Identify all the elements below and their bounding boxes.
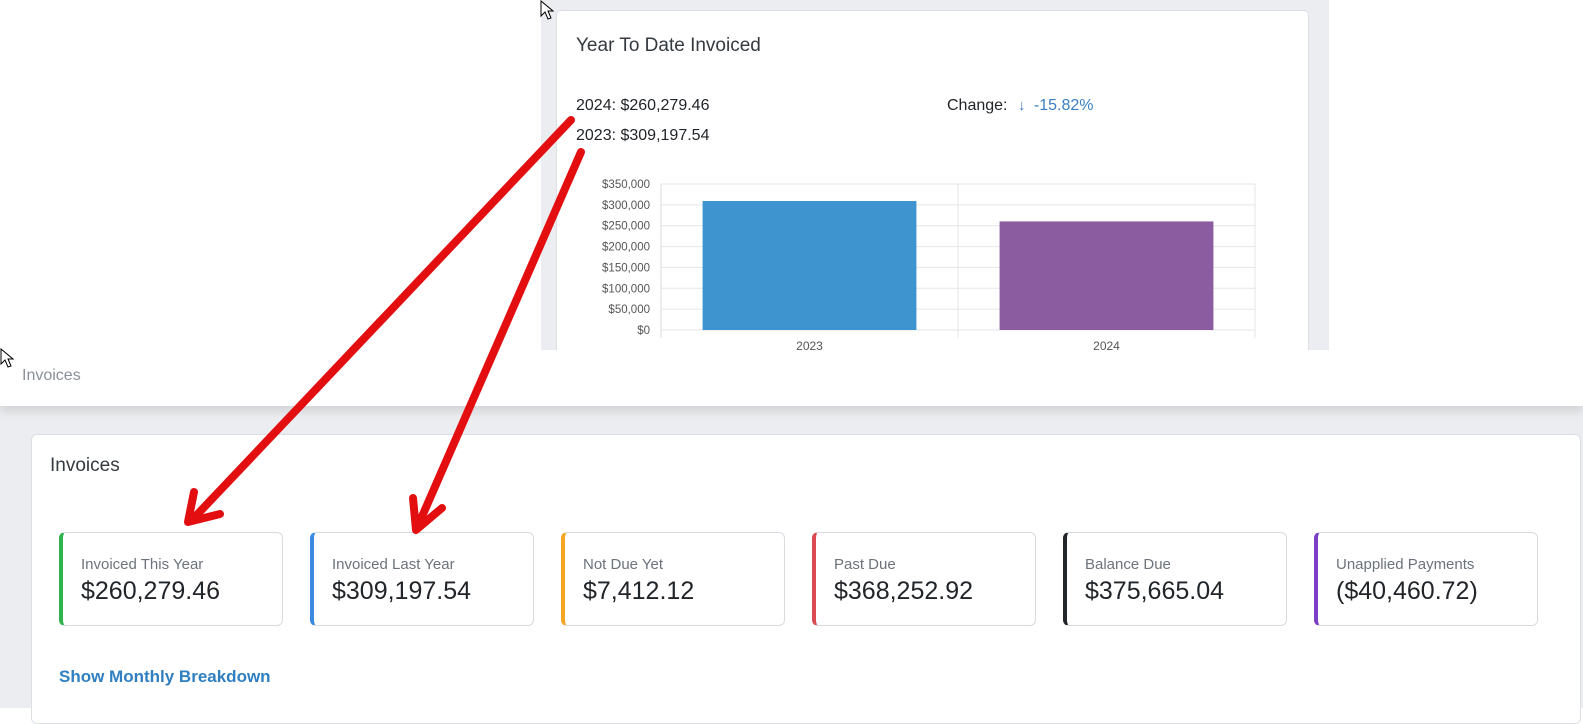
stat-label: Not Due Yet — [583, 556, 664, 573]
stat-label: Past Due — [834, 556, 896, 573]
y-tick-label: $300,000 — [602, 200, 650, 212]
stat-value: $309,197.54 — [332, 577, 472, 605]
stat-value: $7,412.12 — [583, 577, 695, 605]
breadcrumb[interactable]: Invoices — [22, 367, 81, 385]
stat-value: ($40,460.72) — [1336, 577, 1478, 605]
ytd-invoiced-card: Year To Date Invoiced 2024: $260,279.46 … — [556, 10, 1309, 355]
y-tick-label: $250,000 — [602, 221, 650, 233]
cursor-icon — [0, 348, 14, 368]
page-header: Invoices — [0, 350, 1583, 406]
y-tick-label: $0 — [637, 325, 650, 337]
stat-value: $260,279.46 — [81, 577, 221, 605]
stat-invoiced-this-year: Invoiced This Year $260,279.46 — [59, 532, 283, 626]
bar-2024 — [999, 221, 1214, 330]
stat-past-due: Past Due $368,252.92 — [812, 532, 1036, 626]
stat-invoiced-last-year: Invoiced Last Year $309,197.54 — [310, 532, 534, 626]
stat-label: Balance Due — [1085, 556, 1171, 573]
show-monthly-breakdown-link[interactable]: Show Monthly Breakdown — [59, 667, 271, 687]
y-tick-label: $200,000 — [602, 242, 650, 254]
invoices-card: Invoices Invoiced This Year $260,279.46 … — [31, 434, 1581, 724]
stat-value: $375,665.04 — [1085, 577, 1225, 605]
stat-not-due-yet: Not Due Yet $7,412.12 — [561, 532, 785, 626]
y-tick-label: $50,000 — [608, 304, 650, 316]
invoices-card-title: Invoices — [50, 455, 120, 476]
stat-label: Invoiced This Year — [81, 556, 204, 573]
stat-label: Invoiced Last Year — [332, 556, 455, 573]
y-tick-label: $150,000 — [602, 262, 650, 274]
ytd-bar-chart: $0 $50,000 $100,000 $150,000 $200,000 $250,00… — [602, 179, 1256, 353]
cursor-icon — [540, 0, 554, 20]
stat-balance-due: Balance Due $375,665.04 — [1063, 532, 1287, 626]
stat-label: Unapplied Payments — [1336, 556, 1475, 573]
stat-value: $368,252.92 — [834, 577, 974, 605]
y-tick-label: $350,000 — [602, 179, 650, 191]
y-tick-label: $100,000 — [602, 283, 650, 295]
stat-unapplied-payments: Unapplied Payments ($40,460.72) — [1314, 532, 1538, 626]
bar-2023 — [702, 201, 917, 330]
